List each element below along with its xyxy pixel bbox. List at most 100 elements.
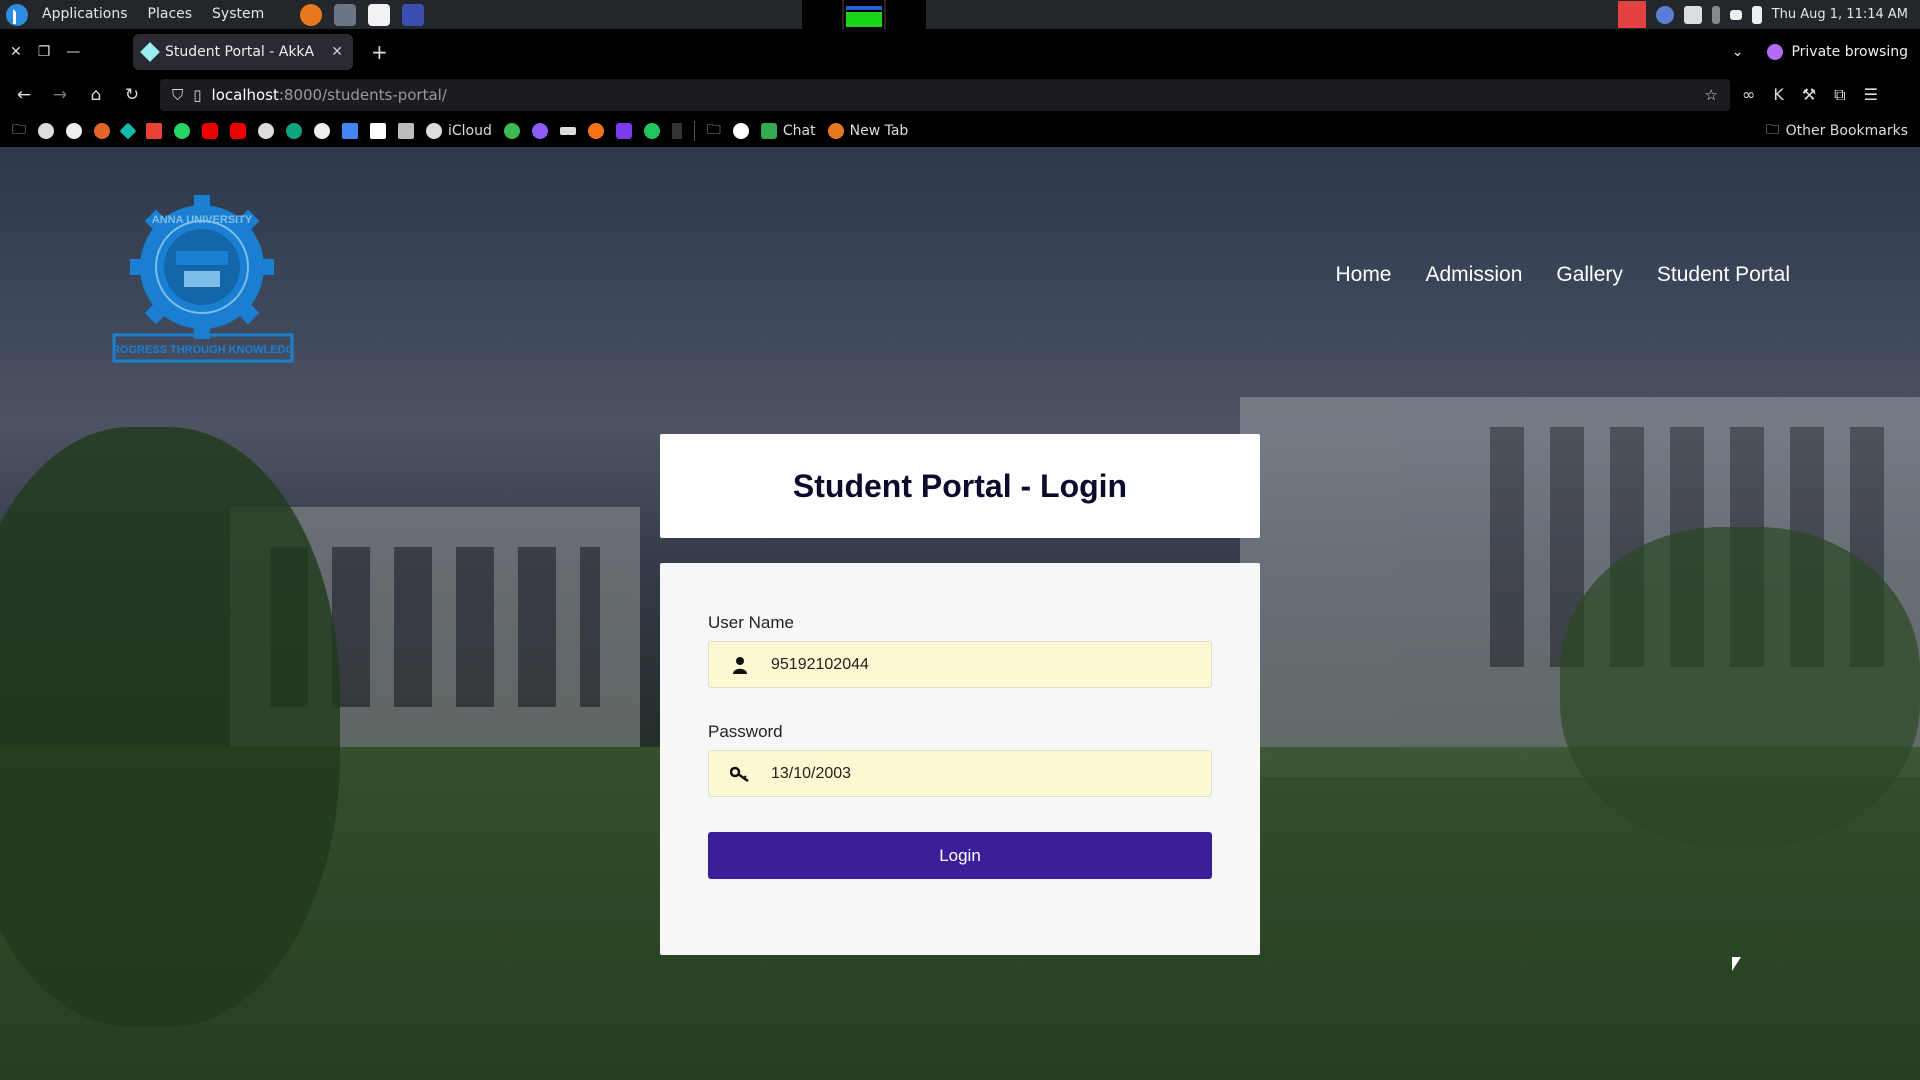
bookmark-folder-2-icon[interactable]: 🗀 (707, 119, 721, 143)
other-bookmarks-folder-icon: 🗀 (1765, 122, 1780, 138)
bookmark-youtube-music-icon[interactable] (230, 123, 246, 139)
bookmark-list-icon[interactable] (615, 123, 632, 139)
chat-icon (760, 123, 777, 139)
os-logo-icon[interactable] (6, 3, 28, 26)
bookmark-globe-2-icon[interactable] (258, 123, 274, 139)
os-top-panel: Applications Places System Thu Aug 1, 11… (0, 0, 1920, 29)
bookmark-folder-icon[interactable]: 🗀 (12, 119, 26, 143)
bookmark-flame-icon[interactable] (587, 123, 604, 139)
login-title: Student Portal - Login (792, 467, 1128, 504)
bookmark-diamond-icon[interactable] (119, 122, 137, 140)
terminal-launcher-icon[interactable] (334, 3, 357, 26)
volume-icon[interactable] (1683, 5, 1702, 24)
bookmark-whatsapp-icon[interactable] (174, 123, 190, 139)
bookmark-android-icon[interactable] (643, 123, 660, 139)
bookmark-google-icon[interactable] (732, 123, 749, 139)
os-menu-applications[interactable]: Applications (32, 0, 138, 29)
logo-ring-text: ANNA UNIVERSITY (152, 214, 253, 226)
bookmark-new-tab[interactable]: New Tab (827, 123, 908, 139)
os-menu-places[interactable]: Places (138, 0, 203, 29)
bookmark-bar-icon[interactable] (559, 127, 576, 135)
close-window-icon[interactable]: ✕ (10, 44, 22, 60)
bluetooth-icon[interactable] (1711, 5, 1720, 24)
page-info-icon[interactable]: ▯ (193, 86, 201, 104)
clock[interactable]: Thu Aug 1, 11:14 AM (1772, 7, 1908, 22)
password-label: Password (708, 722, 783, 741)
wifi-icon[interactable] (1729, 9, 1742, 20)
list-all-tabs-icon[interactable]: ⌄ (1732, 44, 1744, 60)
nav-gallery[interactable]: Gallery (1556, 263, 1623, 287)
other-bookmarks[interactable]: 🗀 Other Bookmarks (1766, 119, 1920, 143)
url-path: :8000/students-portal/ (278, 86, 447, 104)
username-input[interactable] (771, 655, 1191, 674)
bookmark-page-icon[interactable] (398, 123, 414, 139)
login-button[interactable]: Login (708, 832, 1212, 879)
workspace-1[interactable] (802, 0, 842, 29)
username-label: User Name (708, 613, 794, 632)
password-field-wrapper[interactable] (708, 750, 1212, 797)
new-tab-button[interactable]: + (371, 40, 388, 64)
site-nav: Home Admission Gallery Student Portal (1335, 263, 1790, 287)
bookmark-play-icon[interactable] (671, 123, 682, 139)
extensions-puzzle-icon[interactable]: ⧉ (1834, 85, 1845, 105)
login-form: User Name Password Login (660, 563, 1260, 955)
workspace-2[interactable] (844, 0, 884, 29)
forward-icon[interactable]: → (42, 85, 78, 105)
app-menu-icon[interactable]: ☰ (1864, 85, 1878, 105)
bookmark-icloud-label: iCloud (448, 123, 492, 139)
university-logo[interactable]: ANNA UNIVERSITY PROGRESS THROUGH KNOWLED… (112, 185, 294, 367)
bookmark-gmail-icon[interactable] (146, 123, 162, 139)
os-menu-system[interactable]: System (202, 0, 274, 29)
bookmark-gitlab-icon[interactable] (94, 123, 110, 139)
tab-student-portal[interactable]: Student Portal - AkkA ✕ (133, 34, 353, 70)
bookmark-docs-icon[interactable] (342, 123, 358, 139)
toolbar-right: ∞ K ⚒ ⧉ ☰ (1730, 85, 1878, 105)
icloud-globe-icon (426, 123, 442, 139)
login-title-card: Student Portal - Login (660, 434, 1260, 538)
app-indicator-icon[interactable] (1617, 1, 1646, 28)
url-host: localhost (211, 86, 279, 104)
system-tray: Thu Aug 1, 11:14 AM (1617, 0, 1920, 29)
password-input[interactable] (771, 764, 1191, 783)
bookmark-chat[interactable]: Chat (760, 123, 816, 139)
bookmark-youtube-icon[interactable] (202, 123, 218, 139)
bookmark-purple-icon[interactable] (531, 123, 548, 139)
tab-title: Student Portal - AkkA (165, 44, 315, 60)
bookmark-globe-icon[interactable] (38, 123, 54, 139)
bookmarks-bar: 🗀 iCloud 🗀 Chat New Tab 🗀 Other Bookmarks (0, 115, 1920, 147)
private-mask-toolbar-icon[interactable]: ∞ (1742, 85, 1755, 105)
nav-student-portal[interactable]: Student Portal (1657, 263, 1790, 287)
bookmark-github-icon[interactable] (66, 123, 82, 139)
home-icon[interactable]: ⌂ (78, 85, 114, 105)
bookmarks-separator (693, 121, 695, 141)
vscode-launcher-icon[interactable] (402, 3, 425, 26)
bookmark-chatgpt-icon[interactable] (314, 123, 330, 139)
page-viewport: ANNA UNIVERSITY PROGRESS THROUGH KNOWLED… (0, 147, 1920, 1080)
workspace-3[interactable] (886, 0, 926, 29)
back-icon[interactable]: ← (6, 85, 42, 105)
reload-icon[interactable]: ↻ (114, 85, 150, 105)
bookmark-green-icon[interactable] (503, 123, 520, 139)
bookmark-chat-label: Chat (782, 123, 816, 139)
network-app-icon[interactable] (1655, 5, 1674, 24)
other-bookmarks-label: Other Bookmarks (1785, 123, 1908, 139)
tracking-shield-icon[interactable]: ⛉ (172, 86, 183, 104)
bookmark-icloud[interactable]: iCloud (426, 123, 492, 139)
bookmark-openai-icon[interactable] (286, 123, 302, 139)
url-bar[interactable]: ⛉ ▯ localhost:8000/students-portal/ ☆ (160, 79, 1730, 111)
nav-admission[interactable]: Admission (1426, 263, 1523, 287)
username-field-wrapper[interactable] (708, 641, 1212, 688)
mouse-cursor-icon (1732, 957, 1741, 971)
tab-bar-right: ⌄ Private browsing (1732, 44, 1920, 60)
tools-wrench-icon[interactable]: ⚒ (1802, 85, 1816, 105)
battery-icon[interactable] (1751, 5, 1762, 24)
bookmark-star-icon[interactable]: ☆ (1705, 86, 1718, 104)
text-editor-launcher-icon[interactable] (368, 3, 391, 26)
minimize-window-icon[interactable]: — (66, 44, 80, 60)
tab-close-icon[interactable]: ✕ (331, 44, 343, 60)
bookmark-plus-icon[interactable] (370, 123, 386, 139)
extension-k-icon[interactable]: K (1773, 85, 1784, 105)
nav-home[interactable]: Home (1335, 263, 1391, 287)
restore-window-icon[interactable]: ❐ (38, 44, 51, 60)
firefox-launcher-icon[interactable] (300, 3, 323, 26)
